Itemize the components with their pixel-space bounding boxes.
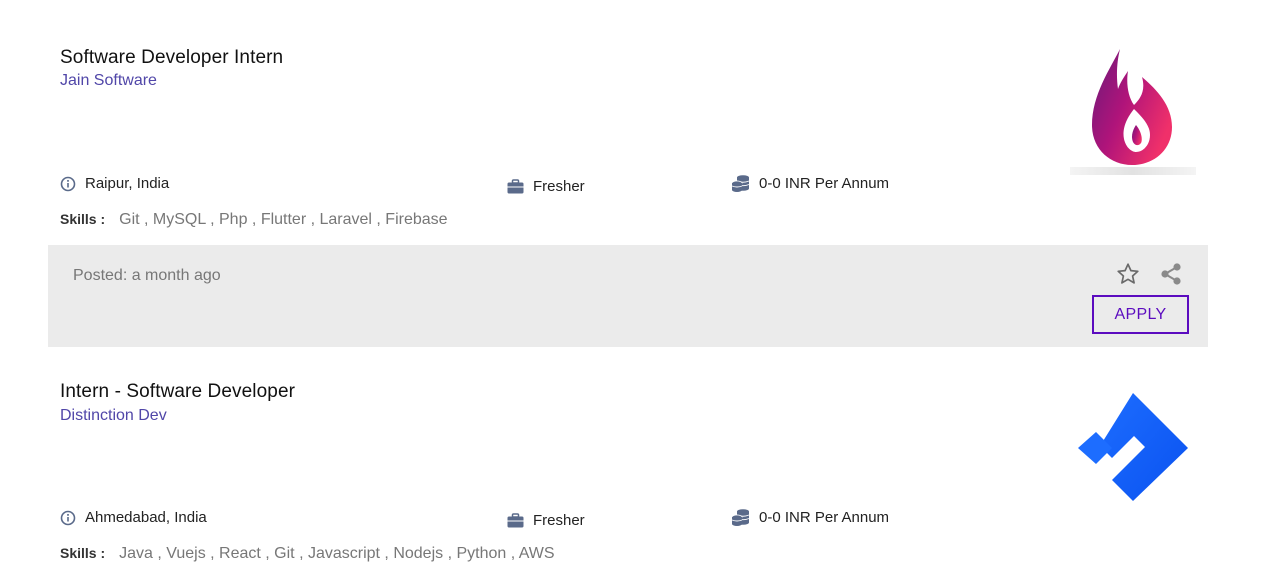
skills-label: Skills : <box>60 545 106 561</box>
skills-label: Skills : <box>60 211 106 227</box>
location-text: Raipur, India <box>85 175 170 192</box>
location: Raipur, India <box>60 175 169 192</box>
salary: 0-0 INR Per Annum <box>731 174 889 193</box>
job-card: Intern - Software Developer Distinction … <box>48 347 1208 562</box>
location: Ahmedabad, India <box>60 509 207 526</box>
experience: Fresher <box>507 178 585 195</box>
info-icon <box>60 510 76 525</box>
diamond-logo-icon[interactable] <box>1076 391 1190 503</box>
job-title[interactable]: Software Developer Intern <box>60 47 283 69</box>
coins-icon <box>731 175 750 192</box>
apply-button[interactable]: APPLY <box>1092 295 1189 334</box>
share-icon[interactable] <box>1159 262 1183 286</box>
salary-text: 0-0 INR Per Annum <box>759 175 890 192</box>
coins-icon <box>731 509 750 526</box>
skills: Skills : Java , Vuejs , React , Git , Jav… <box>60 545 555 563</box>
info-icon <box>60 176 76 191</box>
company-name[interactable]: Jain Software <box>60 72 157 90</box>
company-name[interactable]: Distinction Dev <box>60 407 167 425</box>
flame-logo-icon[interactable] <box>1070 47 1196 177</box>
location-text: Ahmedabad, India <box>85 509 207 526</box>
skills: Skills : Git , MySQL , Php , Flutter , La… <box>60 211 448 229</box>
experience-text: Fresher <box>533 512 585 529</box>
briefcase-icon <box>507 513 524 528</box>
salary-text: 0-0 INR Per Annum <box>759 509 890 526</box>
job-title[interactable]: Intern - Software Developer <box>60 381 295 403</box>
job-card-footer: Posted: a month ago APPLY <box>48 245 1208 347</box>
briefcase-icon <box>507 179 524 194</box>
experience: Fresher <box>507 512 585 529</box>
posted-date: Posted: a month ago <box>73 267 221 284</box>
salary: 0-0 INR Per Annum <box>731 508 889 527</box>
star-icon[interactable] <box>1116 262 1140 286</box>
experience-text: Fresher <box>533 178 585 195</box>
job-card: Software Developer Intern Jain Software … <box>48 0 1208 245</box>
skills-list: Git , MySQL , Php , Flutter , Laravel , … <box>119 211 448 228</box>
skills-list: Java , Vuejs , React , Git , Javascript … <box>119 545 555 562</box>
